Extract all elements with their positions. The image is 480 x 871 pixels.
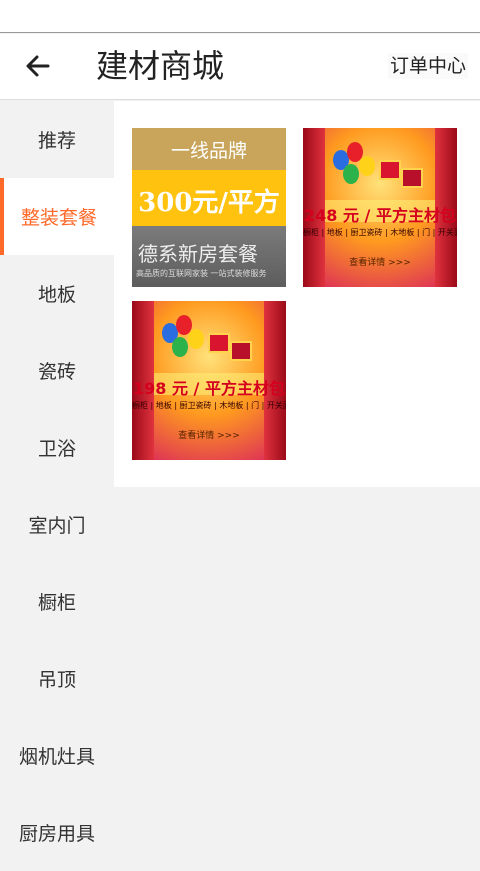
balloon-icon <box>343 164 359 184</box>
package-card-300[interactable]: 一线品牌 300元/平方 德系新房套餐 高品质的互联网家装 一站式装修服务 <box>132 128 286 287</box>
sidebar-item-kitchenware[interactable]: 厨房用具 <box>0 794 114 871</box>
balloon-icon <box>359 156 375 176</box>
package-card-248[interactable]: 248 元 / 平方主材包 橱柜 | 地板 | 厨卫瓷砖 | 木地板 | 门 |… <box>303 128 457 287</box>
package-tags: 橱柜 | 地板 | 厨卫瓷砖 | 木地板 | 门 | 开关面板 <box>132 401 286 410</box>
package-price: 198 元 / 平方主材包 <box>133 379 285 398</box>
package-subtitle: 高品质的互联网家装 一站式装修服务 <box>136 269 267 278</box>
sidebar-item-full-package[interactable]: 整装套餐 <box>0 178 114 255</box>
package-name: 德系新房套餐 <box>138 242 258 266</box>
view-details-link[interactable]: 查看详情 >>> <box>132 428 286 441</box>
status-bar <box>0 0 480 33</box>
balloon-icon <box>188 329 204 349</box>
package-tags: 橱柜 | 地板 | 厨卫瓷砖 | 木地板 | 门 | 开关面板 <box>303 228 457 237</box>
package-card-198[interactable]: 198 元 / 平方主材包 橱柜 | 地板 | 厨卫瓷砖 | 木地板 | 门 |… <box>132 301 286 460</box>
sidebar-item-flooring[interactable]: 地板 <box>0 255 114 332</box>
package-price: 300元/平方 <box>138 188 280 218</box>
sidebar-item-bathroom[interactable]: 卫浴 <box>0 409 114 486</box>
gift-box-icon <box>208 333 230 353</box>
brand-headline: 一线品牌 <box>170 140 247 162</box>
sidebar-item-ceiling[interactable]: 吊顶 <box>0 640 114 717</box>
back-arrow-icon[interactable] <box>22 50 54 82</box>
sidebar-item-range-hoods[interactable]: 烟机灶具 <box>0 717 114 794</box>
sidebar-item-recommend[interactable]: 推荐 <box>0 101 114 178</box>
order-center-button[interactable]: 订单中心 <box>387 53 468 79</box>
sidebar-item-interior-doors[interactable]: 室内门 <box>0 486 114 563</box>
category-sidebar: 推荐 整装套餐 地板 瓷砖 卫浴 室内门 橱柜 吊顶 烟机灶具 厨房用具 <box>0 101 114 854</box>
sidebar-item-cabinets[interactable]: 橱柜 <box>0 563 114 640</box>
package-price: 248 元 / 平方主材包 <box>304 206 456 225</box>
app-bar: 建材商城 订单中心 <box>0 34 480 100</box>
sidebar-item-tiles[interactable]: 瓷砖 <box>0 332 114 409</box>
view-details-link[interactable]: 查看详情 >>> <box>303 255 457 268</box>
page-title: 建材商城 <box>96 47 225 85</box>
gift-box-icon <box>230 341 252 361</box>
banner-mid: 300元/平方 <box>132 170 286 226</box>
gift-box-icon <box>401 168 423 188</box>
product-grid: 一线品牌 300元/平方 德系新房套餐 高品质的互联网家装 一站式装修服务 24… <box>114 101 480 487</box>
gift-box-icon <box>379 160 401 180</box>
banner-bottom: 德系新房套餐 高品质的互联网家装 一站式装修服务 <box>132 226 286 287</box>
balloon-icon <box>172 337 188 357</box>
banner-top: 一线品牌 <box>132 128 286 170</box>
